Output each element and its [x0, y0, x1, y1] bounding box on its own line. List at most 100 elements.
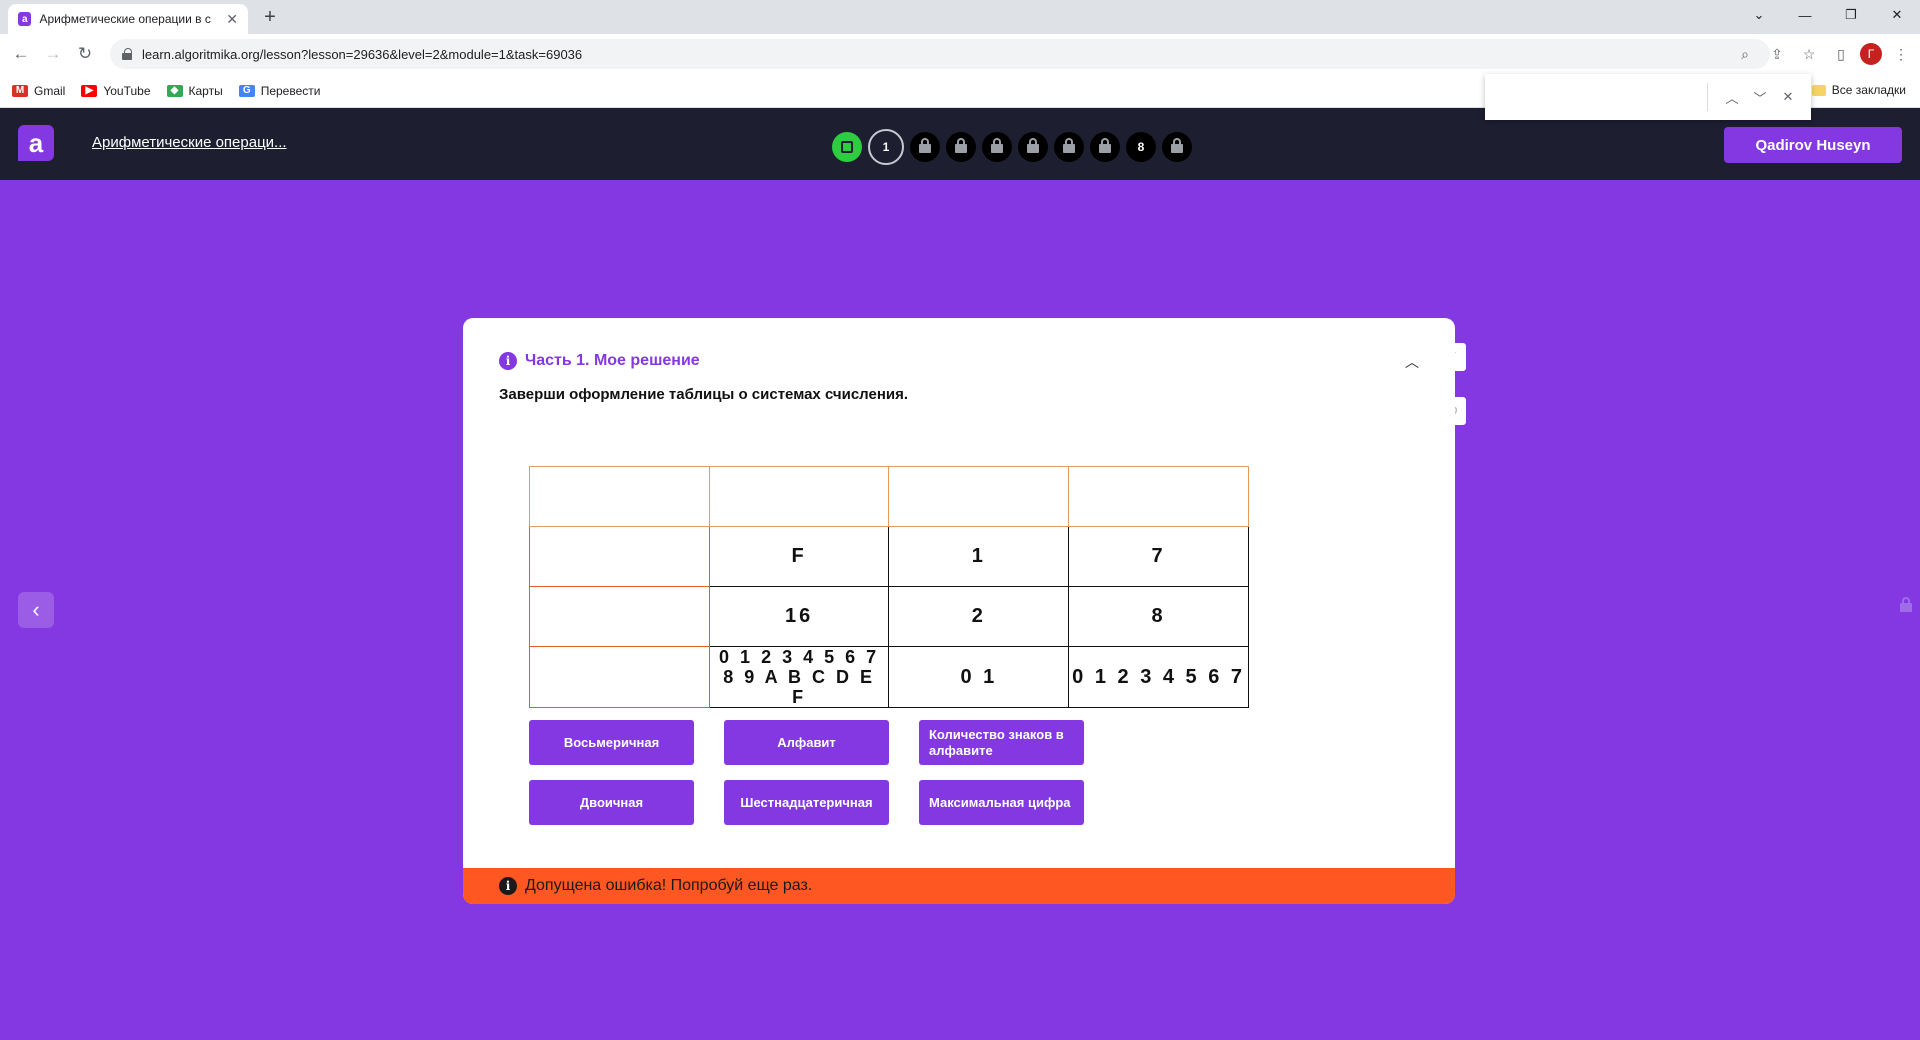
browser-tab[interactable]: a Арифметические операции в с ✕ [8, 4, 248, 34]
bookmark-translate[interactable]: G Перевести [238, 83, 321, 98]
reload-icon[interactable]: ↻ [72, 41, 98, 67]
folder-icon [1811, 84, 1826, 96]
lock-icon [1027, 138, 1039, 153]
drop-slot[interactable] [708, 466, 890, 527]
error-message: Допущена ошибка! Попробуй еще раз. [525, 877, 813, 894]
forward-icon[interactable]: → [40, 41, 66, 67]
browser-toolbar: ← → ↻ learn.algoritmika.org/lesson?lesso… [0, 34, 1920, 74]
algoritmika-logo[interactable]: a [18, 125, 54, 161]
minimize-icon[interactable]: — [1782, 0, 1828, 30]
find-separator [1707, 83, 1708, 111]
drop-slot[interactable] [529, 526, 710, 587]
step-number[interactable]: 8 [1126, 132, 1156, 162]
table-cell: 2 [888, 586, 1070, 647]
bookmark-label: Gmail [34, 83, 66, 98]
table-cell: 16 [708, 586, 890, 647]
chip-hexadecimal[interactable]: Шестнадцатеричная [724, 780, 889, 825]
address-bar[interactable]: learn.algoritmika.org/lesson?lesson=2963… [110, 39, 1770, 69]
chip-binary[interactable]: Двоичная [529, 780, 694, 825]
task-instruction: Заверши оформление таблицы о системах сч… [499, 386, 909, 403]
table-row: 0 1 2 3 4 5 6 7 8 9 A B C D E F 0 1 0 1 … [529, 646, 1249, 708]
chip-octal[interactable]: Восьмеричная [529, 720, 694, 765]
new-tab-button[interactable]: + [258, 4, 282, 30]
find-previous-icon[interactable]: ︿ [1718, 83, 1746, 111]
bookmark-label: YouTube [103, 83, 151, 98]
step-current[interactable]: 1 [868, 129, 904, 165]
lock-icon [919, 138, 931, 153]
drop-slot[interactable] [529, 466, 710, 527]
tab-title: Арифметические операции в с [39, 12, 211, 26]
chip-alphabet[interactable]: Алфавит [724, 720, 889, 765]
table-cell: 8 [1068, 586, 1249, 647]
lock-icon [1099, 138, 1111, 153]
tab-close-icon[interactable]: ✕ [226, 11, 238, 28]
browser-tabstrip: a Арифметические операции в с ✕ + ⌄ — ❐ … [0, 0, 1920, 34]
step-locked [1090, 132, 1120, 162]
window-controls: ⌄ — ❐ ✕ [1736, 0, 1920, 30]
step-locked [1054, 132, 1084, 162]
table-row: 16 2 8 [529, 586, 1249, 647]
drop-slot[interactable] [529, 586, 710, 647]
lock-icon [955, 138, 967, 153]
site-favicon-icon: a [18, 12, 32, 26]
restore-icon[interactable]: ❐ [1828, 0, 1874, 30]
bookmark-label: Перевести [260, 83, 321, 98]
task-card: i Часть 1. Мое решение ︿ Заверши оформле… [463, 318, 1455, 904]
bookmark-youtube[interactable]: ▶ YouTube [81, 83, 151, 98]
step-locked [946, 132, 976, 162]
prev-task-arrow-icon[interactable]: ‹ [18, 592, 54, 628]
chip-alphabet-size[interactable]: Количество знаков в алфавите [919, 720, 1084, 765]
number-systems-table: F 1 7 16 2 8 0 1 2 3 4 5 6 7 8 9 A B C D… [529, 466, 1249, 708]
table-row: F 1 7 [529, 526, 1249, 587]
lock-icon [991, 138, 1003, 153]
site-lock-icon[interactable] [122, 48, 132, 60]
user-profile-button[interactable]: Qadirov Huseyn [1724, 127, 1902, 163]
card-header: i Часть 1. Мое решение [499, 352, 700, 370]
step-locked [1162, 132, 1192, 162]
menu-dots-icon[interactable]: ⋮ [1888, 41, 1914, 67]
table-cell: 0 1 [888, 646, 1070, 708]
find-input[interactable] [1497, 82, 1707, 112]
bookmark-gmail[interactable]: M Gmail [12, 84, 65, 98]
collapse-chevron-icon[interactable]: ︿ [1405, 352, 1419, 372]
share-icon[interactable]: ⇪ [1764, 41, 1790, 67]
step-locked [982, 132, 1012, 162]
drop-slot[interactable] [1068, 466, 1249, 527]
table-cell: 0 1 2 3 4 5 6 7 8 9 A B C D E F [708, 646, 890, 708]
find-next-icon[interactable]: ﹀ [1746, 83, 1774, 111]
chip-max-digit[interactable]: Максимальная цифра [919, 780, 1084, 825]
table-cell: 0 1 2 3 4 5 6 7 [1068, 646, 1249, 708]
all-bookmarks[interactable]: Все закладки [1811, 83, 1906, 97]
info-icon: i [499, 352, 517, 370]
maps-icon: ◆ [166, 84, 183, 97]
all-bookmarks-label: Все закладки [1831, 83, 1906, 97]
step-locked [910, 132, 940, 162]
back-icon[interactable]: ← [8, 41, 34, 67]
translate-icon: G [238, 84, 255, 97]
drop-slot[interactable] [529, 646, 710, 708]
lesson-title-link[interactable]: Арифметические операци... [92, 134, 287, 151]
find-close-icon[interactable]: ✕ [1774, 83, 1802, 111]
find-bar: ︿ ﹀ ✕ [1485, 74, 1811, 120]
youtube-icon: ▶ [81, 84, 98, 97]
bookmark-star-icon[interactable]: ☆ [1796, 41, 1822, 67]
table-header-row [529, 466, 1249, 527]
lock-icon [1063, 138, 1075, 153]
part-title: Часть 1. Мое решение [525, 352, 700, 369]
window-close-icon[interactable]: ✕ [1874, 0, 1920, 30]
tab-search-icon[interactable]: ⌄ [1736, 0, 1782, 30]
table-cell: 7 [1068, 526, 1249, 587]
task-done-icon [841, 141, 853, 153]
error-banner: i Допущена ошибка! Попробуй еще раз. [463, 868, 1455, 904]
find-icon[interactable]: ⌕ [1732, 41, 1758, 67]
lock-icon [1171, 138, 1183, 153]
table-cell: F [708, 526, 890, 587]
profile-avatar[interactable]: Г [1860, 43, 1882, 65]
url-text: learn.algoritmika.org/lesson?lesson=2963… [142, 46, 583, 62]
toolbar-icons: ⌕ ⇪ ☆ ▯ Г ⋮ [1732, 41, 1914, 67]
table-cell: 1 [888, 526, 1070, 587]
side-panel-icon[interactable]: ▯ [1828, 41, 1854, 67]
drop-slot[interactable] [888, 466, 1070, 527]
step-done[interactable] [832, 132, 862, 162]
bookmark-maps[interactable]: ◆ Карты [166, 84, 223, 98]
